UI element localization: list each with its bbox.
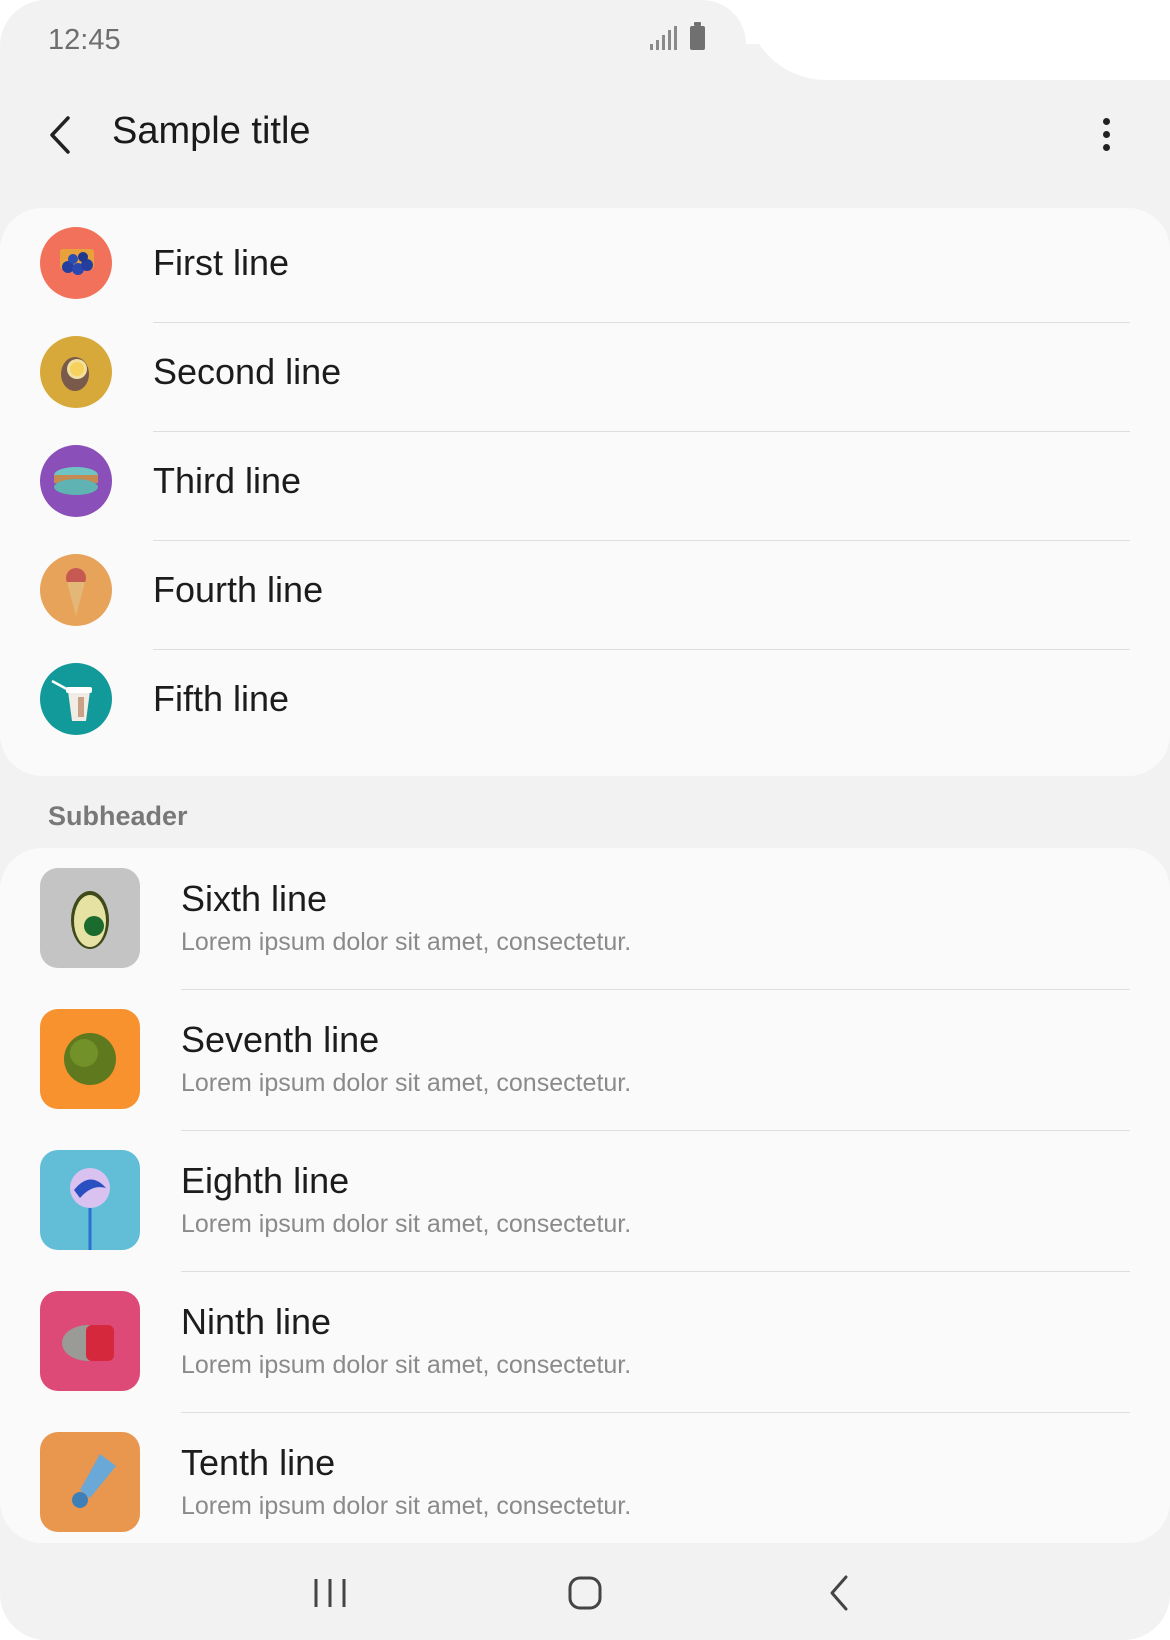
list-item[interactable]: Second line xyxy=(0,317,1170,431)
back-icon xyxy=(830,1575,848,1611)
chevron-left-icon xyxy=(50,116,70,154)
more-vertical-icon xyxy=(1086,118,1126,151)
list-item-label: Second line xyxy=(153,351,342,392)
lollipop-icon xyxy=(40,1150,140,1250)
recents-button[interactable] xyxy=(300,1571,360,1615)
list-item-label: Fourth line xyxy=(153,569,324,610)
home-icon xyxy=(568,1576,602,1610)
lemon-icon xyxy=(40,336,112,408)
battery-icon xyxy=(690,22,705,50)
recents-icon xyxy=(314,1579,346,1607)
list-group-2: Sixth line Lorem ipsum dolor sit amet, c… xyxy=(0,848,1170,1543)
home-button[interactable] xyxy=(555,1571,615,1615)
list-item[interactable]: Fifth line xyxy=(0,644,1170,758)
list-item-label: Fifth line xyxy=(153,678,290,719)
list-item[interactable]: Tenth line Lorem ipsum dolor sit amet, c… xyxy=(0,1412,1170,1543)
avocado-icon xyxy=(40,868,140,968)
list-item[interactable]: Ninth line Lorem ipsum dolor sit amet, c… xyxy=(0,1271,1170,1413)
list-item-subtitle: Lorem ipsum dolor sit amet, consectetur. xyxy=(181,1069,632,1097)
list-item-subtitle: Lorem ipsum dolor sit amet, consectetur. xyxy=(181,928,632,956)
status-icons xyxy=(650,22,705,50)
stone-icon xyxy=(40,1291,140,1391)
list-item-subtitle: Lorem ipsum dolor sit amet, consectetur. xyxy=(181,1210,632,1238)
ice-cream-icon xyxy=(40,554,112,626)
list-item-subtitle: Lorem ipsum dolor sit amet, consectetur. xyxy=(181,1492,632,1520)
macaron-icon xyxy=(40,445,112,517)
list-item[interactable]: Eighth line Lorem ipsum dolor sit amet, … xyxy=(0,1130,1170,1272)
blueberries-icon xyxy=(40,227,112,299)
list-item-subtitle: Lorem ipsum dolor sit amet, consectetur. xyxy=(181,1351,632,1379)
cup-icon xyxy=(40,663,112,735)
list-item-label: Third line xyxy=(153,460,302,501)
list-item[interactable]: Seventh line Lorem ipsum dolor sit amet,… xyxy=(0,989,1170,1131)
app-bar: Sample title xyxy=(0,90,1170,180)
more-options-button[interactable] xyxy=(1086,112,1126,162)
list-group-1: First line Second line Third line Fourth… xyxy=(0,208,1170,776)
list-item[interactable]: Sixth line Lorem ipsum dolor sit amet, c… xyxy=(0,848,1170,990)
navigation-bar xyxy=(0,1543,1170,1640)
list-item-label: Sixth line xyxy=(181,878,328,919)
camera-cutout xyxy=(746,0,1170,80)
status-time: 12:45 xyxy=(48,24,121,56)
list-item-label: First line xyxy=(153,242,290,283)
list-item-label: Eighth line xyxy=(181,1160,350,1201)
list-item-label: Seventh line xyxy=(181,1019,380,1060)
list-item[interactable]: First line xyxy=(0,208,1170,322)
list-item-label: Ninth line xyxy=(181,1301,332,1342)
page-title: Sample title xyxy=(112,110,311,152)
signal-icon xyxy=(650,26,680,50)
list-item[interactable]: Third line xyxy=(0,426,1170,540)
nav-back-button[interactable] xyxy=(810,1571,870,1615)
subheader: Subheader xyxy=(48,801,188,831)
device-frame: 12:45 Sample title First line Second lin… xyxy=(0,0,1170,1640)
shuttlecock-icon xyxy=(40,1432,140,1532)
list-item-label: Tenth line xyxy=(181,1442,336,1483)
back-button[interactable] xyxy=(40,110,84,160)
list-item[interactable]: Fourth line xyxy=(0,535,1170,649)
moss-ball-icon xyxy=(40,1009,140,1109)
